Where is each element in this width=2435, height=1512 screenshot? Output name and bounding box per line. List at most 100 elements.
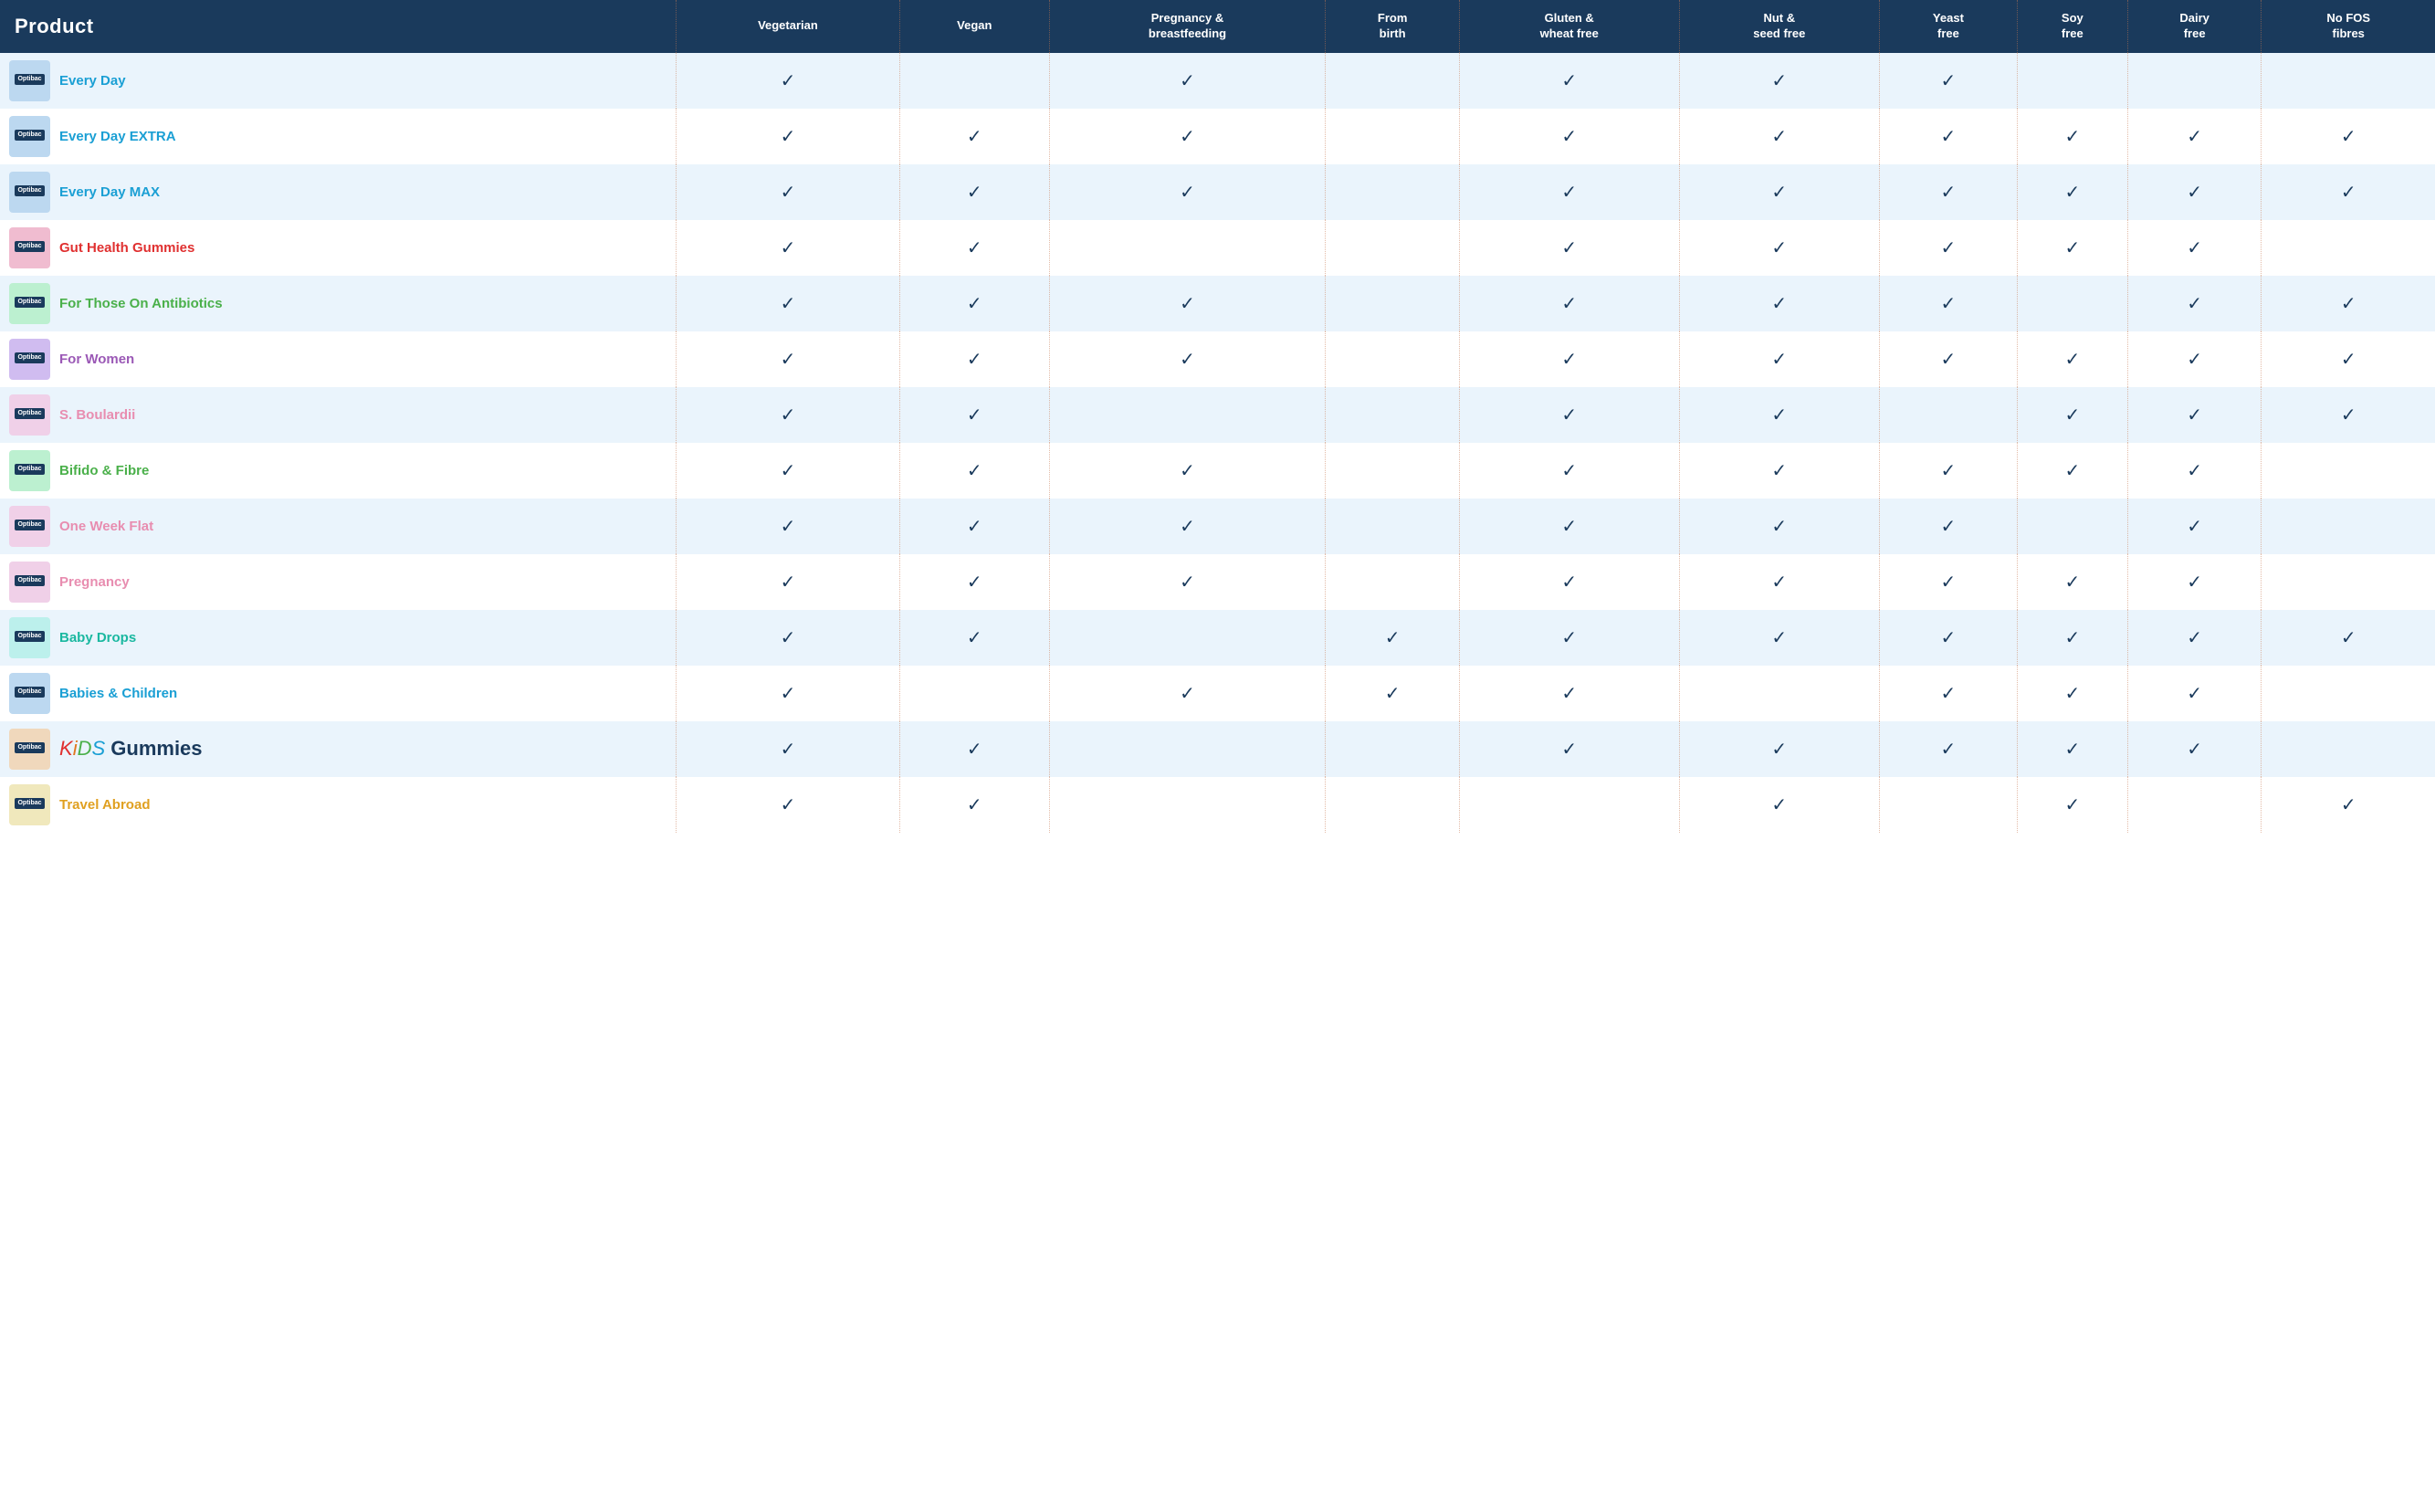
vegan-cell: ✓ <box>899 387 1049 443</box>
check-mark: ✓ <box>1771 238 1787 258</box>
from_birth-cell <box>1326 164 1460 220</box>
check-mark: ✓ <box>1771 740 1787 760</box>
product-image: Optibac <box>9 116 50 157</box>
from_birth-cell <box>1326 276 1460 331</box>
nut-cell: ✓ <box>1679 387 1879 443</box>
nut-cell: ✓ <box>1679 276 1879 331</box>
check-mark: ✓ <box>781 183 796 203</box>
gluten-cell: ✓ <box>1459 220 1679 276</box>
yeast-cell <box>1879 777 2017 833</box>
from_birth-cell <box>1326 387 1460 443</box>
yeast-cell: ✓ <box>1879 276 2017 331</box>
check-mark: ✓ <box>967 628 982 648</box>
fos-cell <box>2262 666 2435 721</box>
gluten-cell: ✓ <box>1459 666 1679 721</box>
fos-cell <box>2262 721 2435 777</box>
yeast-cell: ✓ <box>1879 554 2017 610</box>
vegan-cell: ✓ <box>899 276 1049 331</box>
gluten-cell: ✓ <box>1459 610 1679 666</box>
soy-header: Soyfree <box>2017 0 2127 53</box>
table-row: Optibac Travel Abroad ✓✓✓✓✓ <box>0 777 2435 833</box>
check-mark: ✓ <box>1771 405 1787 425</box>
comparison-table-container: Product Vegetarian Vegan Pregnancy &brea… <box>0 0 2435 833</box>
product-info: Optibac Every Day EXTRA <box>9 116 670 157</box>
vegetarian-cell: ✓ <box>676 331 899 387</box>
vegetarian-cell: ✓ <box>676 554 899 610</box>
pregnancy-cell: ✓ <box>1049 276 1326 331</box>
yeast-cell: ✓ <box>1879 164 2017 220</box>
check-mark: ✓ <box>1561 628 1577 648</box>
from_birth-cell <box>1326 109 1460 164</box>
product-image: Optibac <box>9 283 50 324</box>
yeast-cell: ✓ <box>1879 53 2017 109</box>
vegetarian-cell: ✓ <box>676 387 899 443</box>
vegetarian-cell: ✓ <box>676 499 899 554</box>
check-mark: ✓ <box>1561 71 1577 91</box>
check-mark: ✓ <box>1771 795 1787 815</box>
check-mark: ✓ <box>1771 350 1787 370</box>
vegetarian-cell: ✓ <box>676 666 899 721</box>
check-mark: ✓ <box>2064 740 2080 760</box>
gluten-cell: ✓ <box>1459 164 1679 220</box>
check-mark: ✓ <box>781 684 796 704</box>
check-mark: ✓ <box>2187 183 2202 203</box>
check-mark: ✓ <box>1180 684 1195 704</box>
gluten-cell: ✓ <box>1459 721 1679 777</box>
gluten-cell: ✓ <box>1459 499 1679 554</box>
pregnancy-cell: ✓ <box>1049 666 1326 721</box>
table-row: Optibac Bifido & Fibre ✓✓✓✓✓✓✓✓ <box>0 443 2435 499</box>
pregnancy-cell <box>1049 721 1326 777</box>
check-mark: ✓ <box>1561 127 1577 147</box>
from_birth-cell <box>1326 331 1460 387</box>
check-mark: ✓ <box>2064 405 2080 425</box>
pregnancy-cell: ✓ <box>1049 53 1326 109</box>
check-mark: ✓ <box>2187 572 2202 593</box>
check-mark: ✓ <box>2064 461 2080 481</box>
product-cell: Optibac Bifido & Fibre <box>0 443 676 499</box>
product-image: Optibac <box>9 450 50 491</box>
check-mark: ✓ <box>1771 572 1787 593</box>
pregnancy-cell: ✓ <box>1049 331 1326 387</box>
check-mark: ✓ <box>1180 71 1195 91</box>
pregnancy-header: Pregnancy &breastfeeding <box>1049 0 1326 53</box>
check-mark: ✓ <box>2187 628 2202 648</box>
check-mark: ✓ <box>2187 684 2202 704</box>
table-row: Optibac For Those On Antibiotics ✓✓✓✓✓✓✓… <box>0 276 2435 331</box>
check-mark: ✓ <box>1561 684 1577 704</box>
product-info: Optibac Travel Abroad <box>9 784 670 825</box>
dairy-header: Dairyfree <box>2127 0 2262 53</box>
vegan-header: Vegan <box>899 0 1049 53</box>
check-mark: ✓ <box>967 183 982 203</box>
yeast-cell: ✓ <box>1879 610 2017 666</box>
pregnancy-cell: ✓ <box>1049 443 1326 499</box>
dairy-cell: ✓ <box>2127 610 2262 666</box>
fos-cell <box>2262 554 2435 610</box>
nut-cell: ✓ <box>1679 164 1879 220</box>
gluten-cell: ✓ <box>1459 331 1679 387</box>
check-mark: ✓ <box>1561 740 1577 760</box>
check-mark: ✓ <box>781 740 796 760</box>
dairy-cell: ✓ <box>2127 331 2262 387</box>
check-mark: ✓ <box>2064 795 2080 815</box>
product-cell: Optibac For Those On Antibiotics <box>0 276 676 331</box>
pregnancy-cell <box>1049 610 1326 666</box>
vegan-cell: ✓ <box>899 109 1049 164</box>
product-cell: Optibac Travel Abroad <box>0 777 676 833</box>
check-mark: ✓ <box>967 740 982 760</box>
product-info: Optibac Every Day <box>9 60 670 101</box>
product-image: Optibac <box>9 394 50 436</box>
check-mark: ✓ <box>781 572 796 593</box>
check-mark: ✓ <box>781 127 796 147</box>
yeast-cell: ✓ <box>1879 220 2017 276</box>
product-info: Optibac For Women <box>9 339 670 380</box>
product-image: Optibac <box>9 339 50 380</box>
product-image: Optibac <box>9 60 50 101</box>
fos-cell: ✓ <box>2262 109 2435 164</box>
product-header: Product <box>0 0 676 53</box>
gluten-cell: ✓ <box>1459 554 1679 610</box>
table-row: Optibac Every Day ✓✓✓✓✓ <box>0 53 2435 109</box>
fos-cell <box>2262 53 2435 109</box>
check-mark: ✓ <box>1771 517 1787 537</box>
check-mark: ✓ <box>1941 71 1957 91</box>
vegan-cell: ✓ <box>899 443 1049 499</box>
